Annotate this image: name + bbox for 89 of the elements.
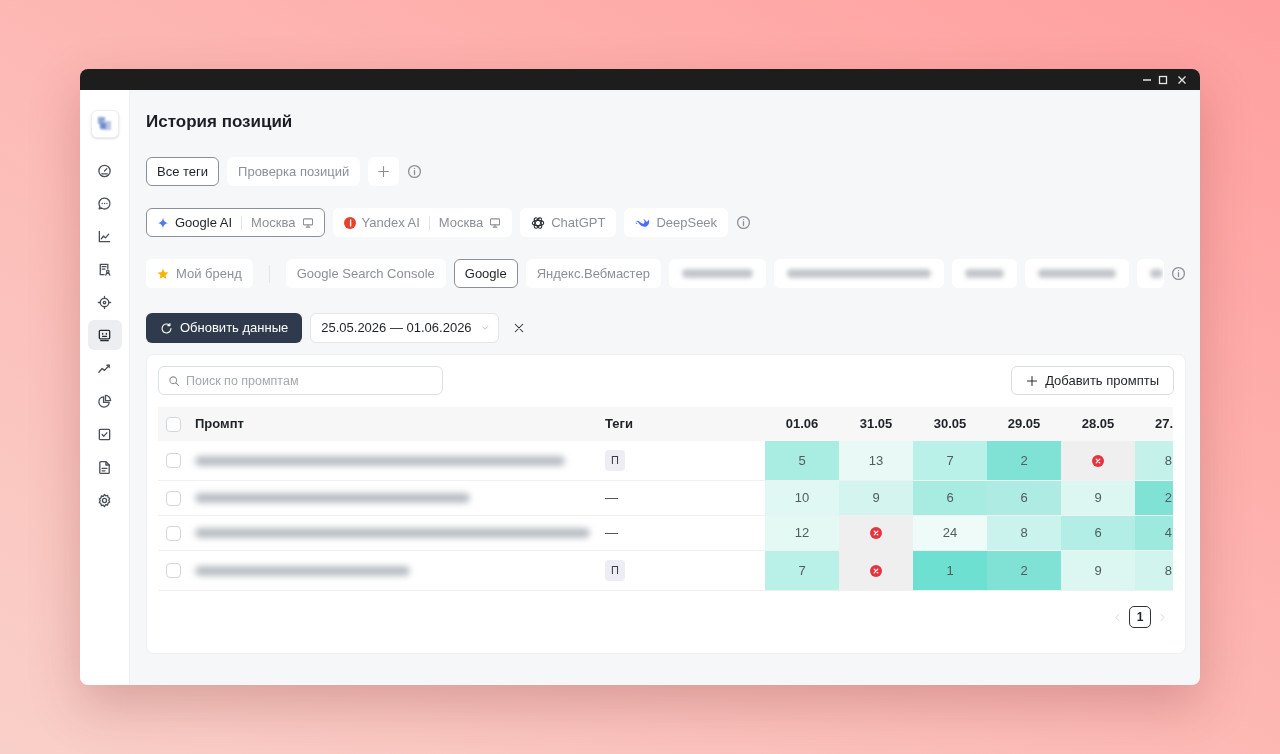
engine-label: Yandex AI bbox=[361, 213, 420, 232]
info-icon[interactable] bbox=[1171, 266, 1186, 281]
heat-cell: 7 bbox=[765, 551, 839, 590]
heat-cell: 9 bbox=[1061, 551, 1135, 590]
heat-cell: 2 bbox=[987, 551, 1061, 590]
error-icon bbox=[870, 564, 882, 577]
row-checkbox[interactable] bbox=[166, 490, 181, 506]
plus-icon bbox=[1026, 374, 1039, 387]
atom-icon bbox=[531, 215, 546, 230]
heat-cell: 8 bbox=[987, 516, 1061, 550]
error-icon bbox=[1092, 454, 1104, 467]
column-header[interactable]: Теги bbox=[597, 414, 765, 434]
refresh-icon bbox=[160, 321, 173, 335]
tag-badge: П bbox=[605, 450, 625, 471]
info-icon[interactable] bbox=[407, 164, 423, 179]
row-checkbox[interactable] bbox=[166, 525, 181, 541]
circle-logo-icon bbox=[343, 216, 356, 229]
tab[interactable]: Все теги bbox=[146, 157, 220, 186]
search-icon bbox=[168, 374, 180, 387]
plus-icon bbox=[377, 165, 391, 178]
column-header[interactable]: 29.05 bbox=[987, 414, 1061, 434]
close-icon[interactable] bbox=[1177, 74, 1187, 85]
column-header[interactable]: 31.05 bbox=[839, 414, 913, 434]
chevron-down-icon bbox=[479, 323, 490, 333]
select-all-checkbox[interactable] bbox=[166, 416, 181, 432]
engine-label: ChatGPT bbox=[551, 213, 606, 232]
maximize-icon[interactable] bbox=[1158, 74, 1168, 85]
heat-cell: 2 bbox=[1135, 481, 1173, 515]
row-checkbox[interactable] bbox=[166, 453, 181, 468]
heat-cell: 4 bbox=[1135, 516, 1173, 550]
settings-icon[interactable] bbox=[97, 492, 112, 508]
heat-cell: 6 bbox=[913, 481, 987, 515]
heat-cell: 7 bbox=[913, 441, 987, 480]
heat-cell: 12 bbox=[765, 516, 839, 550]
checked-box-icon[interactable] bbox=[97, 426, 112, 442]
engine-label: Google AI bbox=[175, 213, 233, 232]
row-checkbox[interactable] bbox=[166, 563, 181, 578]
page-title: История позиций bbox=[146, 112, 294, 132]
engine-chip[interactable]: Google AI Москва bbox=[146, 208, 325, 237]
date-range-field[interactable]: 25.05.2026 — 01.06.2026 bbox=[310, 313, 499, 343]
blurred-label bbox=[1149, 269, 1163, 278]
add-prompts-button[interactable]: Добавить промпты bbox=[1011, 366, 1174, 395]
blurred-label bbox=[681, 269, 753, 278]
sparkle-icon bbox=[157, 216, 169, 229]
nav-button[interactable] bbox=[87, 320, 122, 350]
heat-cell: 13 bbox=[839, 441, 913, 480]
empty-value: — bbox=[605, 489, 618, 508]
close-icon[interactable] bbox=[512, 322, 525, 334]
blurred-label bbox=[964, 269, 1004, 278]
document-icon[interactable] bbox=[97, 459, 112, 475]
robot-icon[interactable] bbox=[97, 327, 112, 343]
column-header[interactable]: 27. bbox=[1135, 414, 1173, 434]
column-header[interactable]: 30.05 bbox=[913, 414, 987, 434]
heat-cell: 10 bbox=[765, 481, 839, 515]
logo-icon[interactable] bbox=[90, 110, 119, 138]
region-label: Москва bbox=[438, 213, 484, 232]
whale-icon bbox=[635, 216, 651, 229]
report-icon[interactable] bbox=[97, 261, 112, 277]
chart-icon[interactable] bbox=[97, 228, 112, 244]
refresh-button[interactable]: Обновить данные bbox=[146, 313, 303, 343]
pie-chart-icon[interactable] bbox=[97, 393, 112, 409]
region-label: Москва bbox=[251, 213, 296, 232]
target-icon[interactable] bbox=[97, 294, 112, 310]
info-icon[interactable] bbox=[736, 215, 752, 230]
filter-chip[interactable]: Google bbox=[453, 259, 518, 288]
tag-badge: П bbox=[605, 560, 625, 581]
heat-cell: 2 bbox=[987, 441, 1061, 480]
heat-cell: 9 bbox=[1061, 481, 1135, 515]
column-header[interactable]: 28.05 bbox=[1061, 414, 1135, 434]
heat-cell: 24 bbox=[913, 516, 987, 550]
heat-cell: 6 bbox=[1061, 516, 1135, 550]
column-header[interactable]: 01.06 bbox=[765, 414, 839, 434]
gauge-icon[interactable] bbox=[97, 162, 112, 178]
column-header[interactable]: Промпт bbox=[195, 414, 597, 434]
heat-cell: 8 bbox=[1135, 441, 1173, 480]
heat-cell: 6 bbox=[987, 481, 1061, 515]
heat-cell: 1 bbox=[913, 551, 987, 590]
monitor-icon bbox=[489, 216, 502, 229]
monitor-icon bbox=[301, 216, 314, 229]
empty-value: — bbox=[605, 524, 618, 543]
engine-label: DeepSeek bbox=[656, 213, 718, 232]
chat-icon[interactable] bbox=[97, 195, 112, 211]
heat-cell: 5 bbox=[765, 441, 839, 480]
heat-cell: 9 bbox=[839, 481, 913, 515]
heat-cell: 8 bbox=[1135, 551, 1173, 590]
error-icon bbox=[870, 527, 882, 539]
search-field[interactable]: Поиск по промптам bbox=[158, 366, 443, 395]
star-icon bbox=[157, 267, 169, 280]
page-button[interactable]: 1 bbox=[1129, 606, 1151, 628]
